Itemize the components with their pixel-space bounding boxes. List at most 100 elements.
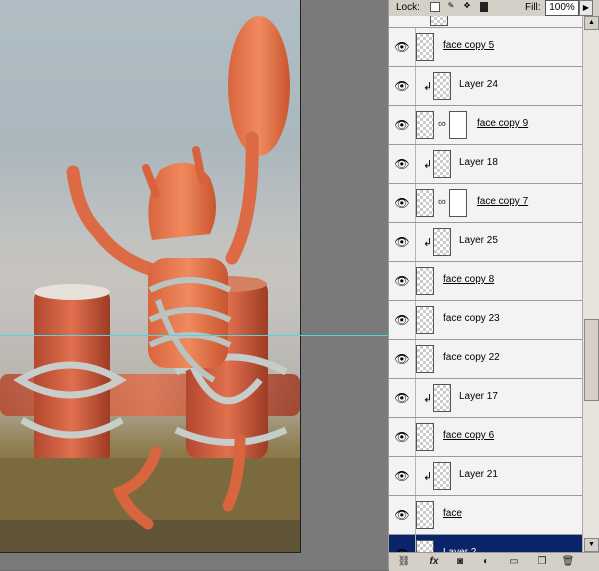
visibility-toggle[interactable]: 👁 [389,67,416,105]
eye-icon[interactable]: 👁 [393,39,411,55]
eye-icon[interactable]: 👁 [393,273,411,289]
eye-icon[interactable]: 👁 [393,156,411,172]
layers-scrollbar[interactable]: ▲ ▼ [582,16,599,552]
lock-move-icon[interactable]: ✥ [462,2,472,12]
layer-thumbnail[interactable] [416,267,434,295]
layer-thumbnail[interactable] [433,384,451,412]
clipping-arrow-icon: ↲ [423,237,433,249]
layers-bottom-bar: ⛓ fx ◙ ◐ ▭ ❐ 🗑 [389,552,599,571]
layer-row[interactable]: 👁 ↲ Layer 25 [389,223,582,262]
eye-icon[interactable]: 👁 [393,234,411,250]
eye-icon[interactable]: 👁 [393,351,411,367]
eye-icon[interactable]: 👁 [393,78,411,94]
lock-brush-icon[interactable]: ✎ [446,2,456,12]
document-canvas-area[interactable] [0,0,388,570]
lock-all-icon[interactable] [480,2,488,12]
layer-name[interactable]: Layer 18 [459,157,498,168]
guide-line[interactable] [0,335,388,336]
visibility-toggle[interactable]: 👁 [389,106,416,144]
eye-icon[interactable]: 👁 [393,507,411,523]
layer-name[interactable]: face [443,508,462,519]
layer-name[interactable]: face copy 9 [477,118,528,129]
layer-name[interactable]: Layer 24 [459,79,498,90]
link-layers-icon[interactable]: ⛓ [397,556,411,568]
visibility-toggle[interactable]: 👁 [389,457,416,495]
new-group-icon[interactable]: ▭ [507,556,521,568]
document-image[interactable] [0,0,301,553]
clipping-arrow-icon: ↲ [423,393,433,405]
layer-row[interactable]: 👁 ∞ face copy 9 [389,106,582,145]
eye-icon[interactable]: 👁 [393,429,411,445]
layer-row[interactable]: 👁 ∞ face copy 7 [389,184,582,223]
visibility-toggle[interactable]: 👁 [389,418,416,456]
layer-thumbnail[interactable] [416,33,434,61]
layer-thumbnail [430,16,448,26]
visibility-toggle[interactable]: 👁 [389,496,416,534]
layer-name[interactable]: face copy 5 [443,40,494,51]
visibility-toggle[interactable]: 👁 [389,184,416,222]
layer-row[interactable]: 👁 face copy 23 [389,301,582,340]
eye-icon[interactable]: 👁 [393,468,411,484]
layer-row[interactable]: 👁 face copy 5 [389,28,582,67]
fx-icon[interactable]: fx [427,556,441,568]
layer-thumbnail[interactable] [416,540,434,552]
add-mask-icon[interactable]: ◙ [453,556,467,568]
visibility-toggle[interactable]: 👁 [389,379,416,417]
layer-name[interactable]: Layer 25 [459,235,498,246]
fill-slider-arrow-icon[interactable]: ▶ [579,0,593,16]
lock-transparency-icon[interactable] [430,2,440,12]
layer-row[interactable]: 👁 ↲ Layer 21 [389,457,582,496]
scroll-up-icon[interactable]: ▲ [584,16,599,30]
layer-thumbnail[interactable] [416,306,434,334]
layer-thumbnail[interactable] [416,111,434,139]
layer-thumbnail[interactable] [416,423,434,451]
eye-icon[interactable]: 👁 [393,312,411,328]
layer-row[interactable]: 👁 ↲ Layer 18 [389,145,582,184]
photo-artwork [0,0,300,552]
layer-thumbnail[interactable] [416,189,434,217]
layer-name[interactable]: Layer 21 [459,469,498,480]
layer-mask-thumbnail[interactable] [449,189,467,217]
layer-thumbnail[interactable] [433,462,451,490]
visibility-toggle[interactable]: 👁 [389,262,416,300]
layer-row[interactable]: 👁 face copy 22 [389,340,582,379]
visibility-toggle[interactable]: 👁 [389,145,416,183]
visibility-toggle[interactable]: 👁 [389,340,416,378]
visibility-toggle[interactable]: 👁 [389,535,416,552]
eye-icon[interactable]: 👁 [393,195,411,211]
visibility-toggle[interactable]: 👁 [389,223,416,261]
chain-link-icon[interactable]: ∞ [438,118,446,130]
layer-thumbnail[interactable] [416,345,434,373]
visibility-toggle[interactable]: 👁 [389,301,416,339]
layer-row[interactable]: 👁 face copy 8 [389,262,582,301]
layer-name[interactable]: face copy 23 [443,313,500,324]
fill-input[interactable]: 100% [545,0,579,16]
adjustment-layer-icon[interactable]: ◐ [479,556,493,568]
layer-name[interactable]: face copy 7 [477,196,528,207]
lock-bar: Lock: ✎ ✥ Fill: 100% ▶ [389,0,599,16]
layers-list: 👁 face copy 5 👁 ↲ Layer 24 👁 ∞ face copy 9 👁 ↲ Lay… [389,16,582,552]
new-layer-icon[interactable]: ❐ [535,556,549,568]
layer-row[interactable]: 👁 ↲ Layer 24 [389,67,582,106]
scroll-down-icon[interactable]: ▼ [584,538,599,552]
layer-thumbnail[interactable] [433,228,451,256]
eye-icon[interactable]: 👁 [393,117,411,133]
layer-thumbnail[interactable] [433,72,451,100]
layer-name[interactable]: face copy 8 [443,274,494,285]
layer-row[interactable]: 👁 ↲ Layer 17 [389,379,582,418]
eye-icon[interactable]: 👁 [393,390,411,406]
scroll-thumb[interactable] [584,319,599,401]
layer-thumbnail[interactable] [416,501,434,529]
layer-row[interactable]: 👁 face [389,496,582,535]
layer-row[interactable]: 👁Layer 2 [389,535,582,552]
layer-thumbnail[interactable] [433,150,451,178]
layer-row[interactable]: 👁 face copy 6 [389,418,582,457]
layer-row-partial[interactable] [389,16,582,28]
chain-link-icon[interactable]: ∞ [438,196,446,208]
layer-name[interactable]: face copy 22 [443,352,500,363]
delete-layer-icon[interactable]: 🗑 [561,556,575,568]
layer-name[interactable]: face copy 6 [443,430,494,441]
visibility-toggle[interactable]: 👁 [389,28,416,66]
layer-name[interactable]: Layer 17 [459,391,498,402]
layer-mask-thumbnail[interactable] [449,111,467,139]
